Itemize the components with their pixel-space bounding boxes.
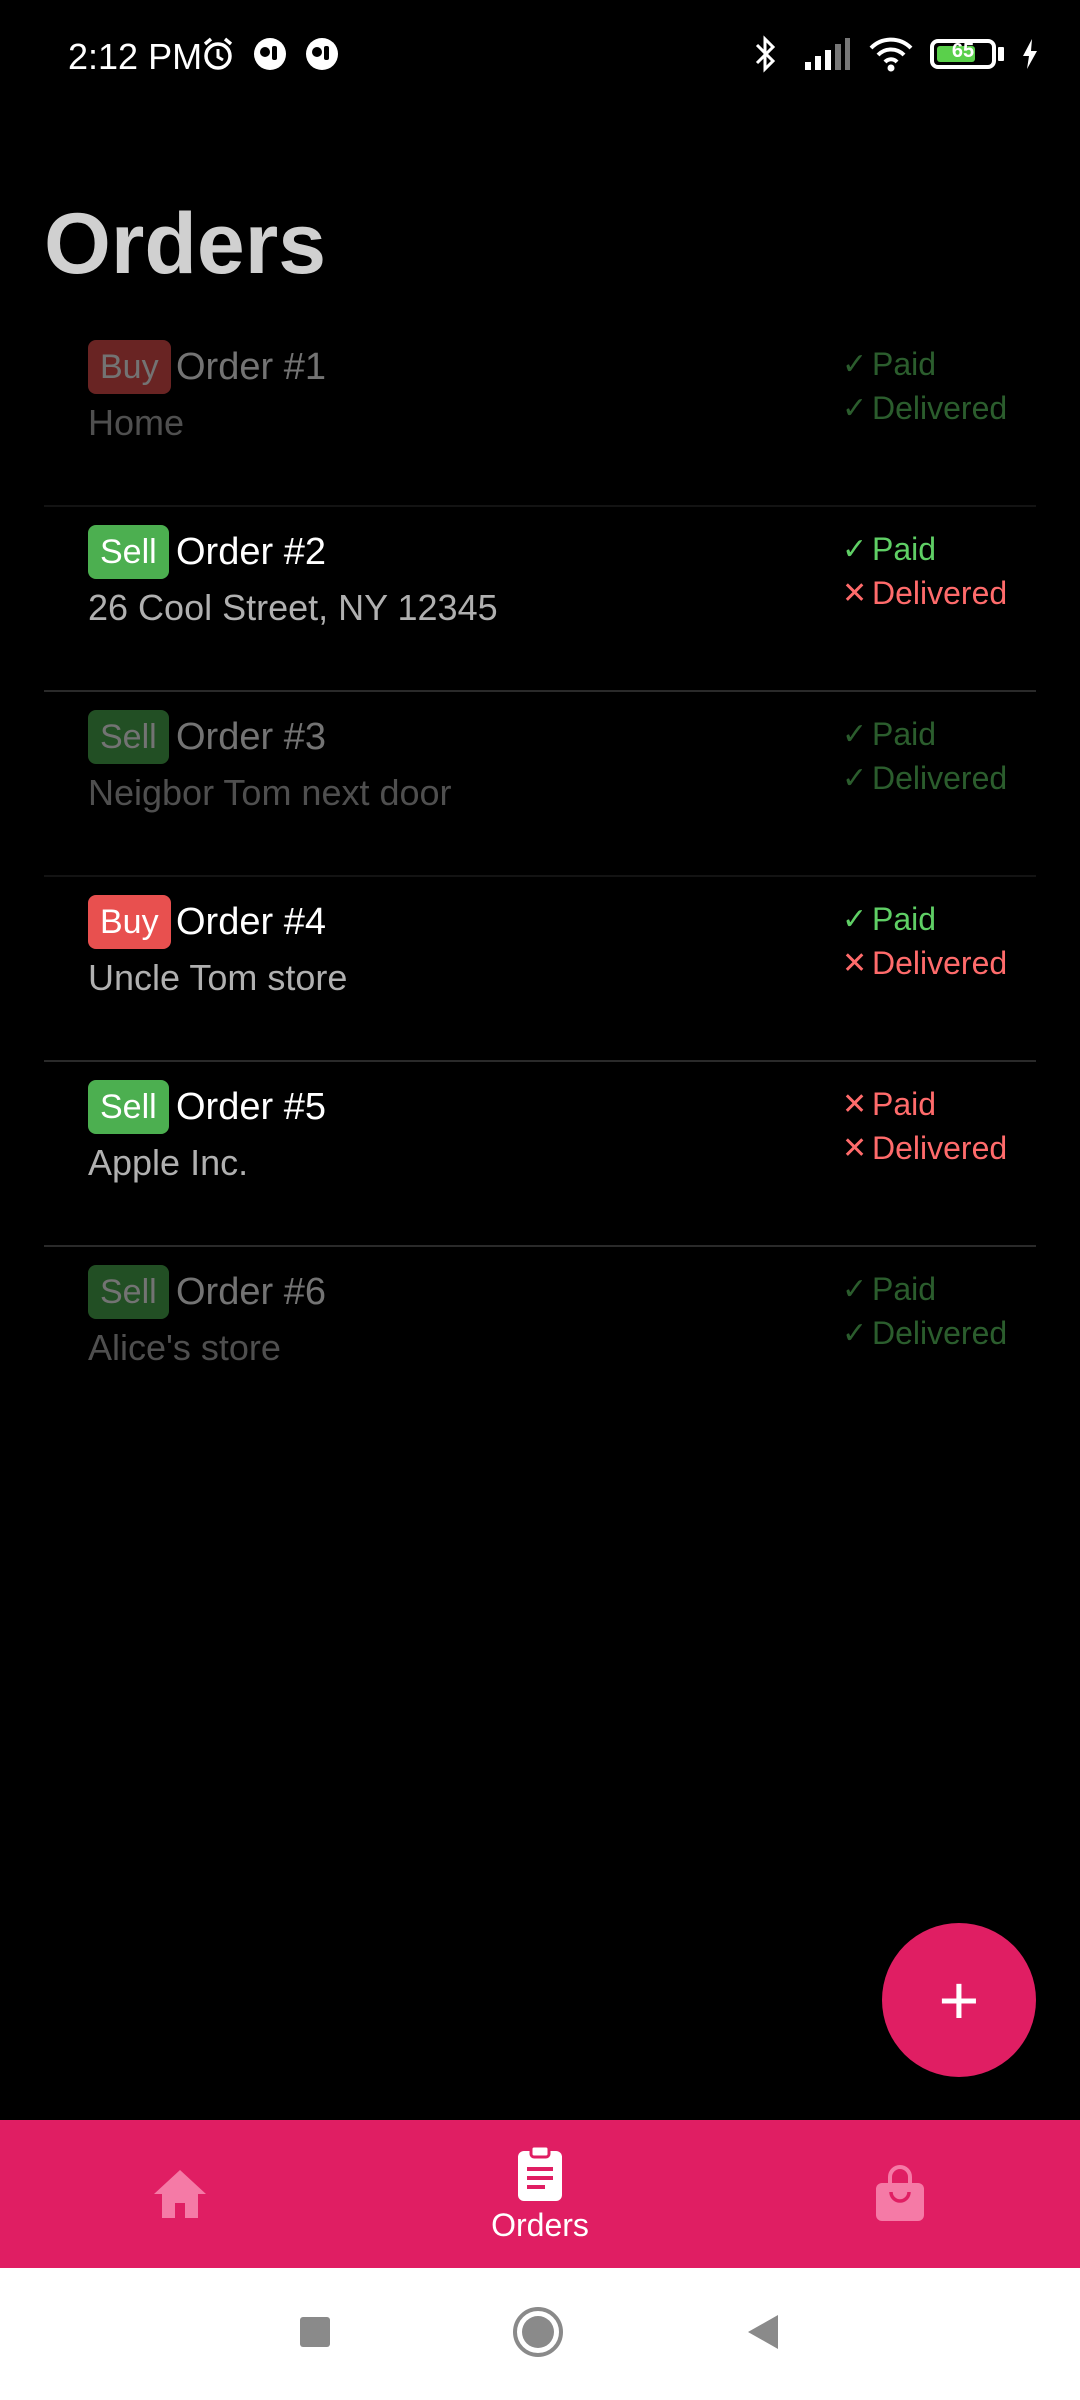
- delivered-status: ✓ Delivered: [842, 386, 1012, 430]
- add-order-button[interactable]: +: [882, 1923, 1036, 2077]
- paid-status-label: Paid: [872, 345, 937, 382]
- paid-status: ✓ Paid: [842, 712, 1012, 756]
- delivered-status-label: Delivered: [872, 574, 1008, 611]
- paid-status: ✓ Paid: [842, 527, 1012, 571]
- order-status: ✓ Paid ✓ Delivered: [842, 712, 1012, 800]
- order-status: ✓ Paid ✓ Delivered: [842, 342, 1012, 430]
- delivered-status: ✕ Delivered: [842, 1126, 1012, 1170]
- order-type-badge: Sell: [88, 1265, 169, 1319]
- check-icon: ✓: [842, 761, 868, 795]
- delivered-status: ✓ Delivered: [842, 1311, 1012, 1355]
- status-time: 2:12 PM: [68, 36, 203, 77]
- delivered-status-label: Delivered: [872, 1314, 1008, 1351]
- order-title: Order #5: [176, 1086, 326, 1128]
- bluetooth-icon: [746, 34, 786, 74]
- cross-icon: ✕: [842, 1131, 868, 1165]
- check-icon: ✓: [842, 1272, 868, 1306]
- battery-level: 65: [951, 40, 975, 62]
- cross-icon: ✕: [842, 576, 868, 610]
- back-icon[interactable]: [744, 2312, 782, 2357]
- paid-status-label: Paid: [872, 900, 937, 937]
- paid-status-label: Paid: [872, 1270, 937, 1307]
- order-row[interactable]: Buy Order #4 Uncle Tom store ✓ Paid ✕ Delivere…: [44, 877, 1036, 1062]
- notification-icon: [302, 34, 342, 74]
- battery-body: 65: [930, 39, 996, 69]
- order-address: Apple Inc.: [88, 1142, 249, 1183]
- paid-status-label: Paid: [872, 715, 937, 752]
- order-title: Order #6: [176, 1271, 326, 1313]
- delivered-status-label: Delivered: [872, 389, 1008, 426]
- page-title: Orders: [44, 196, 327, 292]
- check-icon: ✓: [842, 347, 868, 381]
- order-type-badge: Sell: [88, 1080, 169, 1134]
- delivered-status: ✕ Delivered: [842, 941, 1012, 985]
- order-address: Home: [88, 402, 185, 443]
- plus-icon: +: [938, 1961, 980, 2039]
- cross-icon: ✕: [842, 1087, 868, 1121]
- nav-item-home[interactable]: [0, 2120, 360, 2268]
- charging-icon: [1020, 34, 1040, 74]
- order-type-badge: Buy: [88, 895, 171, 949]
- paid-status: ✓ Paid: [842, 342, 1012, 386]
- bottom-nav: Orders: [0, 2120, 1080, 2268]
- delivered-status-label: Delivered: [872, 759, 1008, 796]
- order-address: Uncle Tom store: [88, 957, 348, 998]
- delivered-status: ✓ Delivered: [842, 756, 1012, 800]
- order-address: Neigbor Tom next door: [88, 772, 452, 813]
- home-icon: [151, 2167, 209, 2221]
- orders-list: Buy Order #1 Home ✓ Paid ✓ Delivered Sell Order …: [44, 322, 1036, 1432]
- nav-label-orders: Orders: [491, 2206, 589, 2243]
- check-icon: ✓: [842, 391, 868, 425]
- nav-item-orders[interactable]: Orders: [360, 2120, 720, 2268]
- signal-icon: [802, 34, 852, 74]
- paid-status: ✓ Paid: [842, 1267, 1012, 1311]
- cross-icon: ✕: [842, 946, 868, 980]
- order-address: 26 Cool Street, NY 12345: [88, 587, 498, 628]
- order-title: Order #4: [176, 901, 326, 943]
- check-icon: ✓: [842, 532, 868, 566]
- order-row[interactable]: Sell Order #6 Alice's store ✓ Paid ✓ Delivered: [44, 1247, 1036, 1432]
- check-icon: ✓: [842, 1316, 868, 1350]
- delivered-status-label: Delivered: [872, 944, 1008, 981]
- paid-status-label: Paid: [872, 530, 937, 567]
- wifi-icon: [868, 34, 914, 74]
- order-row[interactable]: Sell Order #3 Neigbor Tom next door ✓ Paid ✓ D…: [44, 692, 1036, 877]
- check-icon: ✓: [842, 717, 868, 751]
- shopping-bag-icon: [872, 2165, 928, 2223]
- order-type-badge: Buy: [88, 340, 171, 394]
- order-row[interactable]: Sell Order #2 26 Cool Street, NY 12345 ✓ Pai…: [44, 507, 1036, 692]
- delivered-status-label: Delivered: [872, 1129, 1008, 1166]
- order-title: Order #2: [176, 531, 326, 573]
- system-nav: [0, 2268, 1080, 2400]
- paid-status-label: Paid: [872, 1085, 937, 1122]
- status-icons-right: 65: [746, 34, 1040, 74]
- recents-icon[interactable]: [298, 2315, 332, 2354]
- notification-icon: [250, 34, 290, 74]
- order-status: ✓ Paid ✕ Delivered: [842, 897, 1012, 985]
- order-title: Order #1: [176, 346, 326, 388]
- nav-item-shop[interactable]: [720, 2120, 1080, 2268]
- clipboard-icon: [514, 2144, 566, 2203]
- alarm-icon: [198, 34, 238, 74]
- battery-icon: 65: [930, 39, 1004, 69]
- home-circle-icon[interactable]: [512, 2306, 564, 2363]
- order-type-badge: Sell: [88, 525, 169, 579]
- status-icons-left: [198, 34, 342, 74]
- battery-cap: [998, 47, 1004, 61]
- order-address: Alice's store: [88, 1327, 281, 1368]
- paid-status: ✕ Paid: [842, 1082, 1012, 1126]
- paid-status: ✓ Paid: [842, 897, 1012, 941]
- order-type-badge: Sell: [88, 710, 169, 764]
- order-status: ✕ Paid ✕ Delivered: [842, 1082, 1012, 1170]
- order-status: ✓ Paid ✓ Delivered: [842, 1267, 1012, 1355]
- status-bar: 2:12 PM 65: [0, 0, 1080, 120]
- order-row[interactable]: Sell Order #5 Apple Inc. ✕ Paid ✕ Delivered: [44, 1062, 1036, 1247]
- check-icon: ✓: [842, 902, 868, 936]
- delivered-status: ✕ Delivered: [842, 571, 1012, 615]
- order-status: ✓ Paid ✕ Delivered: [842, 527, 1012, 615]
- order-title: Order #3: [176, 716, 326, 758]
- order-row[interactable]: Buy Order #1 Home ✓ Paid ✓ Delivered: [44, 322, 1036, 507]
